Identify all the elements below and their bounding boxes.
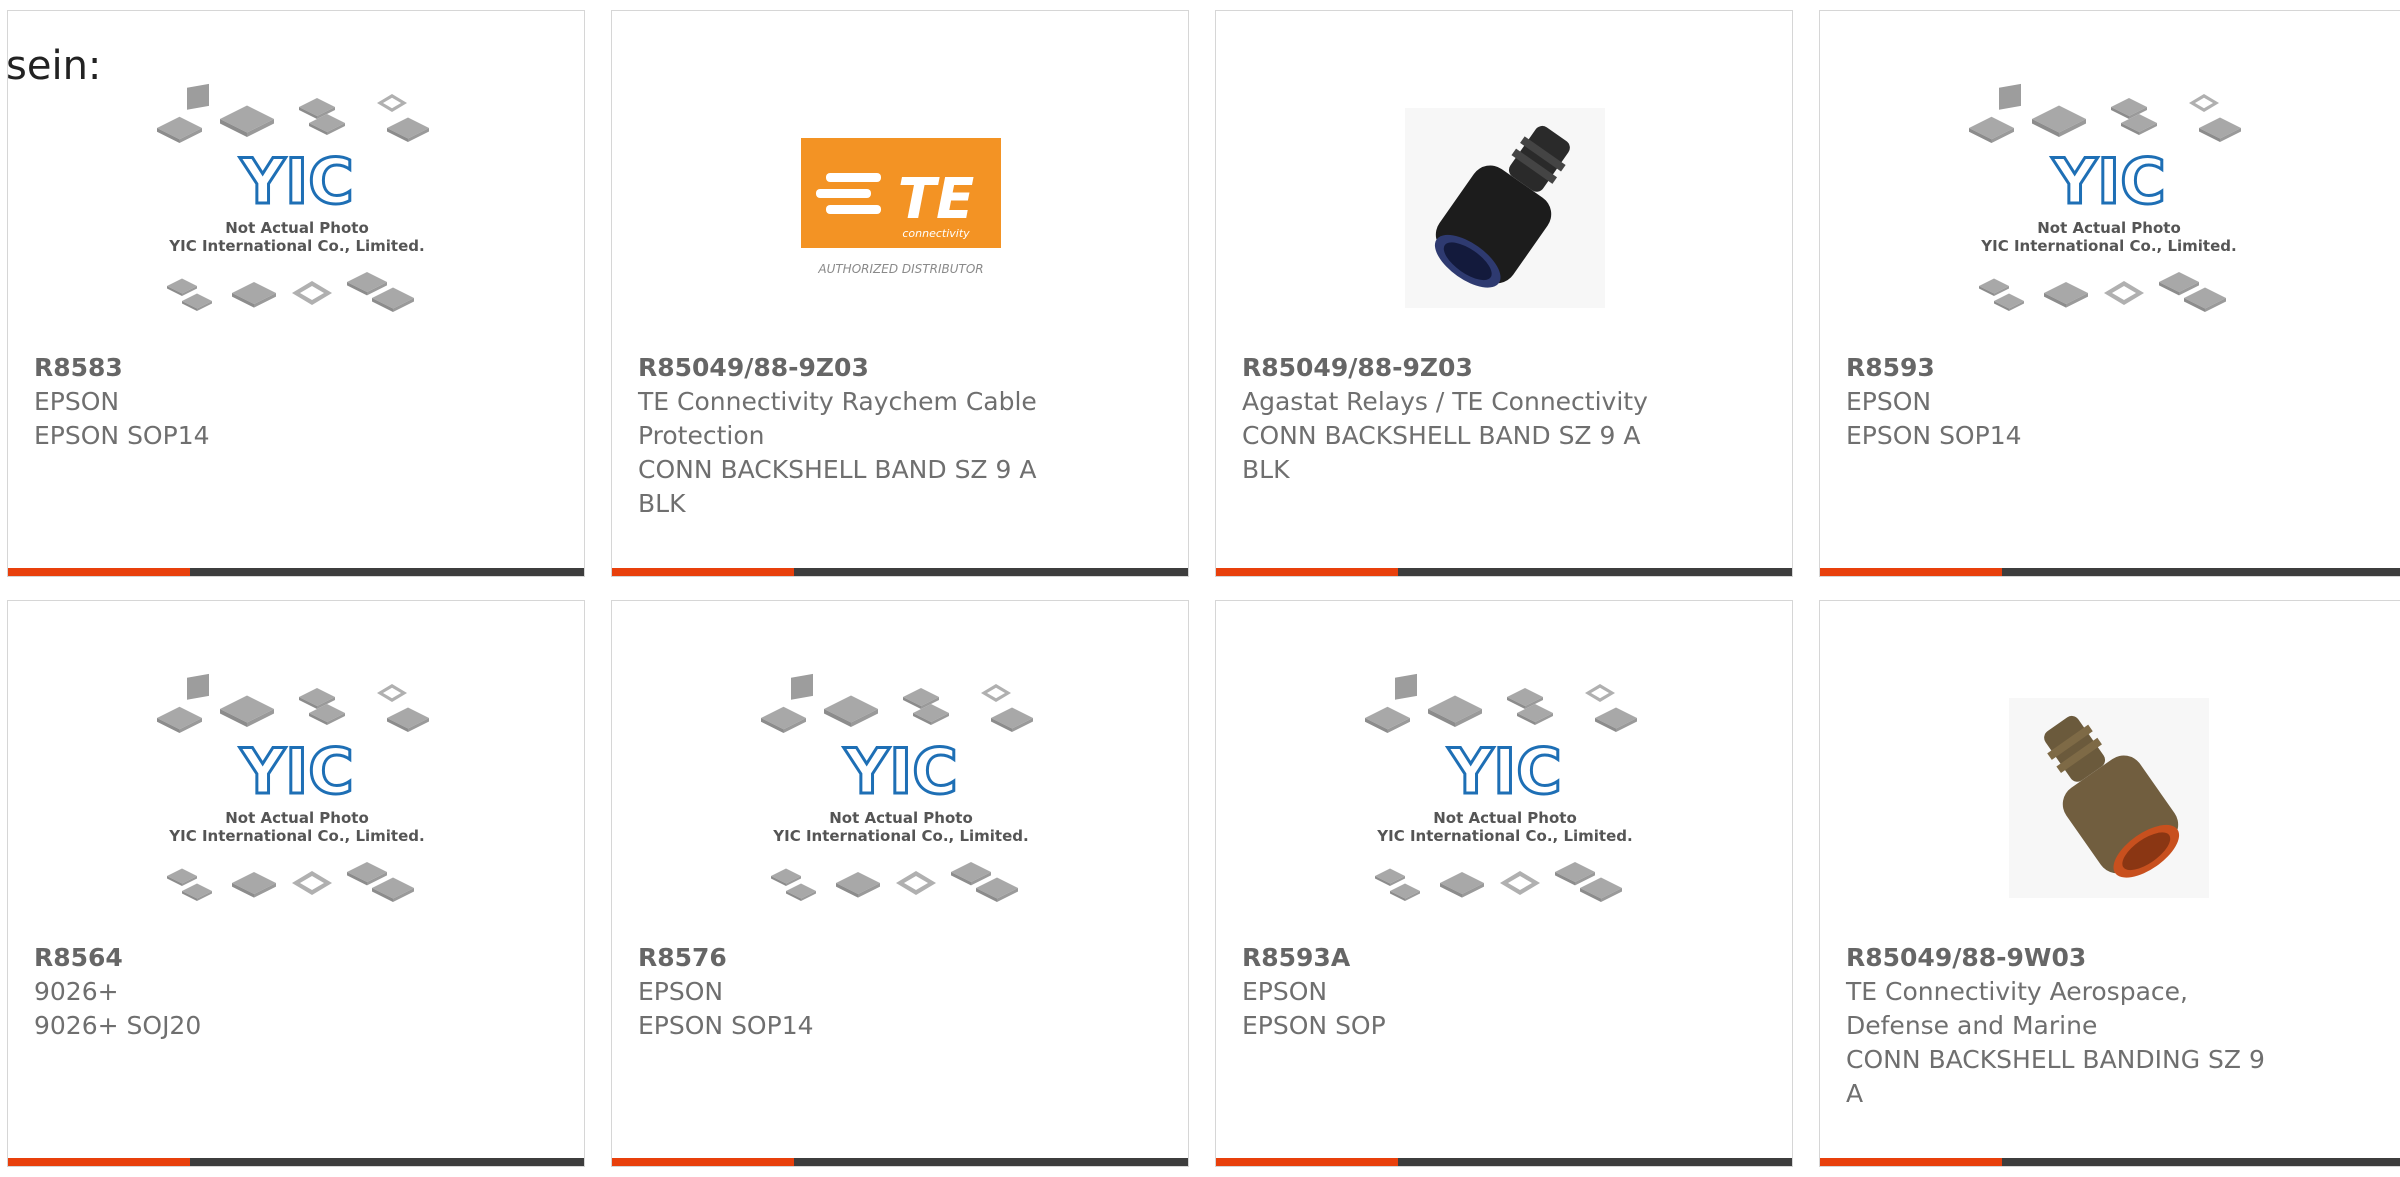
brand: EPSON [1242, 977, 1328, 1006]
description: EPSON SOP14 [638, 1011, 814, 1040]
brand: Agastat Relays / TE Connectivity [1242, 387, 1648, 416]
svg-text:Not Actual Photo: Not Actual Photo [829, 809, 973, 827]
svg-text:YIC International Co., Limited: YIC International Co., Limited. [168, 827, 424, 845]
product-image[interactable]: YIC Not Actual Photo YIC International C… [1820, 63, 2398, 353]
product-info: R8593A EPSON EPSON SOP [1242, 941, 1682, 1043]
part-number[interactable]: R8576 [638, 941, 1078, 975]
product-image[interactable]: YIC Not Actual Photo YIC International C… [612, 653, 1188, 943]
description: EPSON SOP14 [34, 421, 210, 450]
svg-text:Not Actual Photo: Not Actual Photo [1433, 809, 1577, 827]
yic-placeholder-image: YIC Not Actual Photo YIC International C… [1365, 673, 1637, 902]
brand: EPSON [638, 977, 724, 1006]
part-number[interactable]: R85049/88-9Z03 [1242, 351, 1682, 385]
yic-logo-text: YIC [239, 145, 353, 218]
product-info: R85049/88-9W03 TE Connectivity Aerospace… [1846, 941, 2286, 1111]
description: CONN BACKSHELL BAND SZ 9 A BLK [1242, 421, 1641, 484]
bronze-backshell-photo [2009, 698, 2209, 898]
svg-text:Not Actual Photo: Not Actual Photo [2037, 219, 2181, 237]
card-footer-bar [1216, 1158, 1792, 1166]
part-number[interactable]: R85049/88-9Z03 [638, 351, 1078, 385]
product-info: R85049/88-9Z03 TE Connectivity Raychem C… [638, 351, 1078, 521]
product-info: R8593 EPSON EPSON SOP14 [1846, 351, 2286, 453]
product-card[interactable]: R85049/88-9W03 TE Connectivity Aerospace… [1819, 600, 2400, 1167]
card-footer-bar [1216, 568, 1792, 576]
svg-text:Not Actual Photo: Not Actual Photo [225, 219, 369, 237]
svg-text:TE: TE [898, 167, 974, 232]
svg-text:Not Actual Photo: Not Actual Photo [225, 809, 369, 827]
svg-text:YIC International Co., Limited: YIC International Co., Limited. [1980, 237, 2236, 255]
product-card[interactable]: YIC Not Actual Photo YIC International C… [7, 10, 585, 577]
svg-text:AUTHORIZED DISTRIBUTOR: AUTHORIZED DISTRIBUTOR [817, 262, 983, 276]
brand: 9026+ [34, 977, 119, 1006]
svg-text:connectivity: connectivity [902, 227, 970, 240]
description: CONN BACKSHELL BANDING SZ 9 A [1846, 1045, 2265, 1108]
yic-logo-text: YIC [2051, 145, 2165, 218]
product-card[interactable]: YIC Not Actual Photo YIC International C… [1215, 600, 1793, 1167]
card-footer-bar [1820, 568, 2400, 576]
yic-logo-text: YIC [239, 735, 353, 808]
card-footer-bar [1820, 1158, 2400, 1166]
description: 9026+ SOJ20 [34, 1011, 202, 1040]
product-card[interactable]: YIC Not Actual Photo YIC International C… [611, 600, 1189, 1167]
product-card[interactable]: YIC Not Actual Photo YIC International C… [7, 600, 585, 1167]
product-image[interactable]: YIC Not Actual Photo YIC International C… [8, 653, 584, 943]
part-number[interactable]: R85049/88-9W03 [1846, 941, 2286, 975]
product-image[interactable] [1820, 653, 2398, 943]
svg-text:YIC International Co., Limited: YIC International Co., Limited. [772, 827, 1028, 845]
part-number[interactable]: R8564 [34, 941, 474, 975]
brand: TE Connectivity Aerospace, Defense and M… [1846, 977, 2188, 1040]
brand: EPSON [1846, 387, 1932, 416]
description: EPSON SOP [1242, 1011, 1386, 1040]
product-image[interactable] [1216, 63, 1792, 353]
card-footer-bar [612, 568, 1188, 576]
yic-placeholder-image: YIC Not Actual Photo YIC International C… [157, 673, 429, 902]
card-footer-bar [8, 1158, 584, 1166]
svg-text:YIC International Co., Limited: YIC International Co., Limited. [168, 237, 424, 255]
yic-placeholder-image: YIC Not Actual Photo YIC International C… [761, 673, 1033, 902]
product-card[interactable]: YIC Not Actual Photo YIC International C… [1819, 10, 2400, 577]
description: EPSON SOP14 [1846, 421, 2022, 450]
black-backshell-photo [1405, 108, 1605, 308]
description: CONN BACKSHELL BAND SZ 9 A BLK [638, 455, 1037, 518]
product-card[interactable]: TE connectivity AUTHORIZED DISTRIBUTOR R… [611, 10, 1189, 577]
product-image[interactable]: YIC Not Actual Photo YIC International C… [1216, 653, 1792, 943]
product-info: R8583 EPSON EPSON SOP14 [34, 351, 474, 453]
product-image[interactable]: TE connectivity AUTHORIZED DISTRIBUTOR [612, 63, 1188, 353]
yic-placeholder-image: YIC Not Actual Photo YIC International C… [157, 83, 429, 312]
product-info: R85049/88-9Z03 Agastat Relays / TE Conne… [1242, 351, 1682, 487]
product-info: R8564 9026+ 9026+ SOJ20 [34, 941, 474, 1043]
part-number[interactable]: R8583 [34, 351, 474, 385]
product-grid: YIC Not Actual Photo YIC International C… [7, 10, 2400, 1177]
te-connectivity-logo: TE connectivity AUTHORIZED DISTRIBUTOR [801, 138, 1001, 276]
product-card[interactable]: R85049/88-9Z03 Agastat Relays / TE Conne… [1215, 10, 1793, 577]
yic-logo-text: YIC [843, 735, 957, 808]
svg-text:YIC International Co., Limited: YIC International Co., Limited. [1376, 827, 1632, 845]
product-image[interactable]: YIC Not Actual Photo YIC International C… [8, 63, 584, 353]
part-number[interactable]: R8593 [1846, 351, 2286, 385]
card-footer-bar [612, 1158, 1188, 1166]
yic-logo-text: YIC [1447, 735, 1561, 808]
brand: EPSON [34, 387, 120, 416]
page-heading-fragment: sein: [6, 43, 102, 89]
product-info: R8576 EPSON EPSON SOP14 [638, 941, 1078, 1043]
yic-placeholder-image: YIC Not Actual Photo YIC International C… [1969, 83, 2241, 312]
card-footer-bar [8, 568, 584, 576]
part-number[interactable]: R8593A [1242, 941, 1682, 975]
brand: TE Connectivity Raychem Cable Protection [638, 387, 1037, 450]
